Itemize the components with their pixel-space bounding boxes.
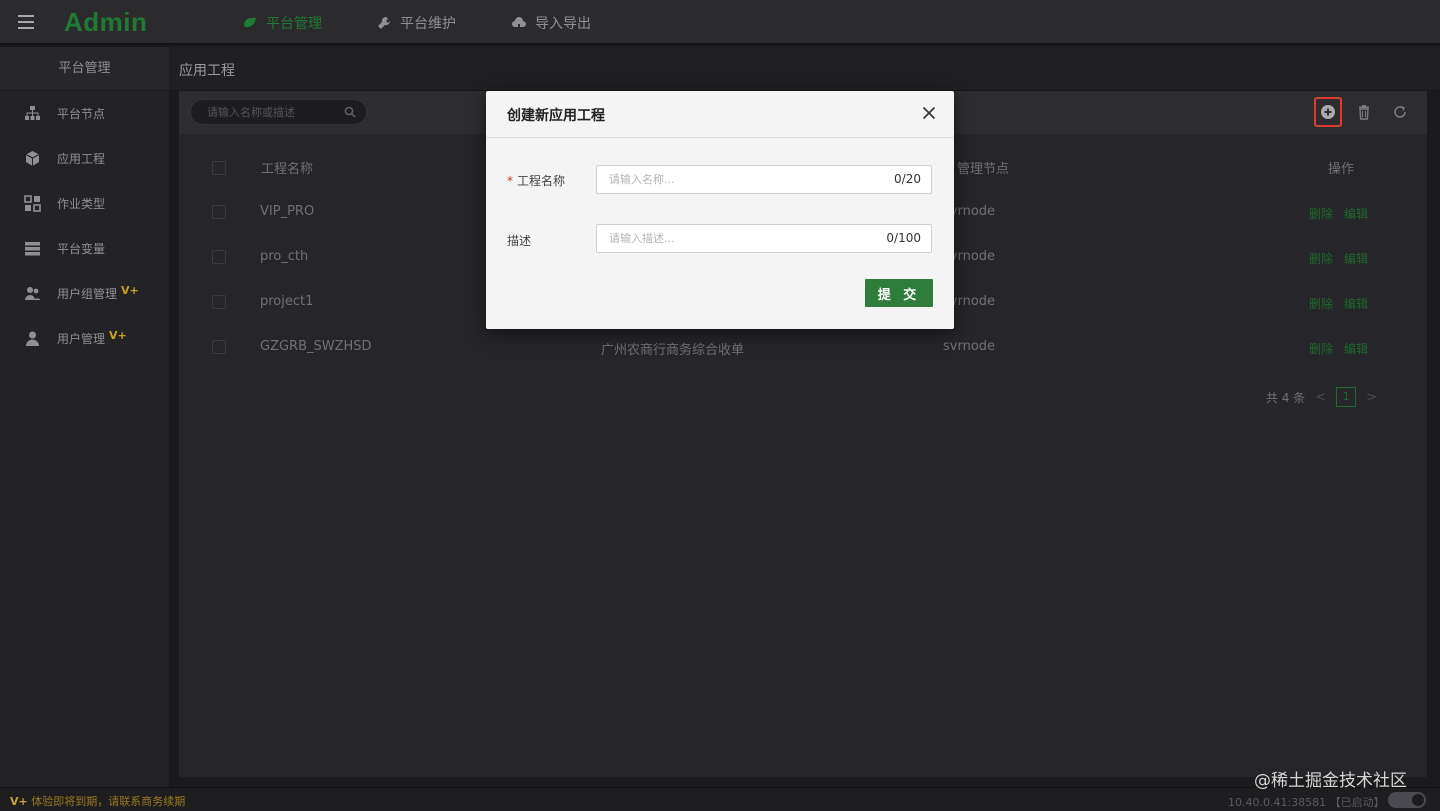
sidebar-item-label: 用户管理 V+: [57, 329, 127, 346]
name-label: * 工程名称: [507, 174, 566, 188]
trash-icon: [1359, 105, 1369, 120]
column-header-name: 工程名称: [261, 162, 314, 177]
sidebar-item-users[interactable]: 用户管理 V+: [0, 316, 169, 361]
dialog-header: 创建新应用工程: [486, 91, 954, 138]
server-icon: [25, 242, 40, 256]
select-all-checkbox[interactable]: [212, 161, 226, 175]
search-input[interactable]: [191, 100, 331, 124]
project-name: GZGRB_SWZHSD: [260, 339, 372, 354]
sidebar-item-nodes[interactable]: 平台节点: [0, 91, 169, 136]
sidebar-item-projects[interactable]: 应用工程: [0, 136, 169, 181]
pagination: 共 4 条 < 1 >: [1266, 387, 1377, 407]
delete-link[interactable]: 删除: [1309, 205, 1333, 222]
project-node: svrnode: [943, 339, 996, 354]
edit-link[interactable]: 编辑: [1344, 340, 1368, 357]
topnav-label: 平台管理: [266, 15, 322, 32]
topnav-label: 平台维护: [400, 15, 456, 32]
project-name: VIP_PRO: [260, 204, 315, 219]
sidebar-header: 平台管理: [0, 47, 169, 91]
status-bar: V+ 体验即将到期，请联系商务续期 10.40.0.41:38581 【已启动】: [0, 787, 1440, 811]
delete-link[interactable]: 删除: [1309, 340, 1333, 357]
cube-icon: [25, 151, 40, 166]
name-char-counter: 0/20: [894, 172, 921, 186]
brand-logo: Admin: [64, 7, 148, 37]
leaf-icon: [244, 17, 256, 27]
row-checkbox[interactable]: [212, 295, 226, 309]
topnav-label: 导入导出: [535, 15, 591, 32]
page-title: 应用工程: [179, 63, 235, 79]
delete-link[interactable]: 删除: [1309, 250, 1333, 267]
next-page-button[interactable]: >: [1366, 390, 1377, 405]
topnav-platform-maintain[interactable]: 平台维护: [376, 0, 456, 45]
submit-button[interactable]: 提 交: [865, 279, 933, 307]
edit-link[interactable]: 编辑: [1344, 295, 1368, 312]
page-header: 应用工程: [169, 47, 1440, 91]
vip-badge: V+: [10, 795, 28, 808]
delete-link[interactable]: 删除: [1309, 295, 1333, 312]
top-bar: Admin 平台管理 平台维护 导入导出: [0, 0, 1440, 45]
edit-link[interactable]: 编辑: [1344, 205, 1368, 222]
sidebar-item-label: 应用工程: [57, 152, 106, 166]
project-name: pro_cth: [260, 249, 309, 264]
server-status: 10.40.0.41:38581 【已启动】: [1228, 796, 1385, 809]
row-checkbox[interactable]: [212, 205, 226, 219]
server-toggle[interactable]: [1388, 792, 1426, 808]
sitemap-icon: [25, 106, 40, 120]
row-checkbox[interactable]: [212, 250, 226, 264]
sidebar-item-job-types[interactable]: 作业类型: [0, 181, 169, 226]
sidebar: 平台管理 平台节点 应用工程 作业类型 平台变量 用户组管理 V+ 用户管理 V+: [0, 47, 169, 787]
desc-label: 描述: [507, 234, 532, 248]
dialog-title: 创建新应用工程: [507, 108, 605, 124]
project-desc-input[interactable]: [597, 225, 867, 252]
table-row: GZGRB_SWZHSD 广州农商行商务综合收单 svrnode 删除 编辑: [179, 325, 1427, 370]
user-icon: [26, 331, 39, 346]
users-icon: [25, 287, 41, 300]
topnav-import-export[interactable]: 导入导出: [511, 0, 591, 45]
cloud-icon: [512, 16, 526, 30]
delete-button[interactable]: [1350, 97, 1378, 127]
sidebar-item-label: 平台节点: [57, 107, 106, 121]
watermark: @稀土掘金技术社区: [1254, 771, 1407, 791]
project-name: project1: [260, 294, 314, 309]
prev-page-button[interactable]: <: [1315, 390, 1326, 405]
edit-link[interactable]: 编辑: [1344, 250, 1368, 267]
project-name-input[interactable]: [597, 166, 867, 193]
sidebar-item-label: 用户组管理 V+: [57, 284, 139, 301]
search-box: [190, 99, 367, 125]
required-mark: *: [507, 174, 513, 188]
project-desc: 广州农商行商务综合收单: [601, 343, 745, 358]
add-project-button[interactable]: [1314, 97, 1342, 127]
close-icon[interactable]: [922, 106, 936, 120]
sidebar-item-user-groups[interactable]: 用户组管理 V+: [0, 271, 169, 316]
plus-circle-icon: [1321, 105, 1335, 119]
refresh-button[interactable]: [1386, 97, 1414, 127]
wrench-icon: [378, 16, 391, 29]
pagination-total: 共 4 条: [1265, 390, 1306, 405]
vip-badge: V+: [109, 329, 127, 342]
refresh-icon: [1394, 106, 1406, 118]
desc-char-counter: 0/100: [886, 231, 921, 245]
page-1-button[interactable]: 1: [1336, 387, 1357, 407]
grid-icon: [24, 195, 41, 212]
topnav-platform-manage[interactable]: 平台管理: [242, 0, 322, 45]
search-icon[interactable]: [344, 106, 356, 118]
vip-badge: V+: [121, 284, 139, 297]
desc-field: 0/100: [596, 224, 932, 253]
sidebar-item-variables[interactable]: 平台变量: [0, 226, 169, 271]
create-project-dialog: 创建新应用工程 *工程名称 0/20 描述 0/100 提 交: [486, 91, 954, 329]
sidebar-item-label: 平台变量: [57, 242, 106, 256]
column-header-node: 管理节点: [957, 162, 1010, 177]
name-field: 0/20: [596, 165, 932, 194]
expiry-warning: V+ 体验即将到期，请联系商务续期: [10, 795, 186, 808]
sidebar-item-label: 作业类型: [57, 197, 106, 211]
column-header-ops: 操作: [1328, 162, 1355, 177]
row-checkbox[interactable]: [212, 340, 226, 354]
menu-icon[interactable]: [18, 15, 34, 29]
